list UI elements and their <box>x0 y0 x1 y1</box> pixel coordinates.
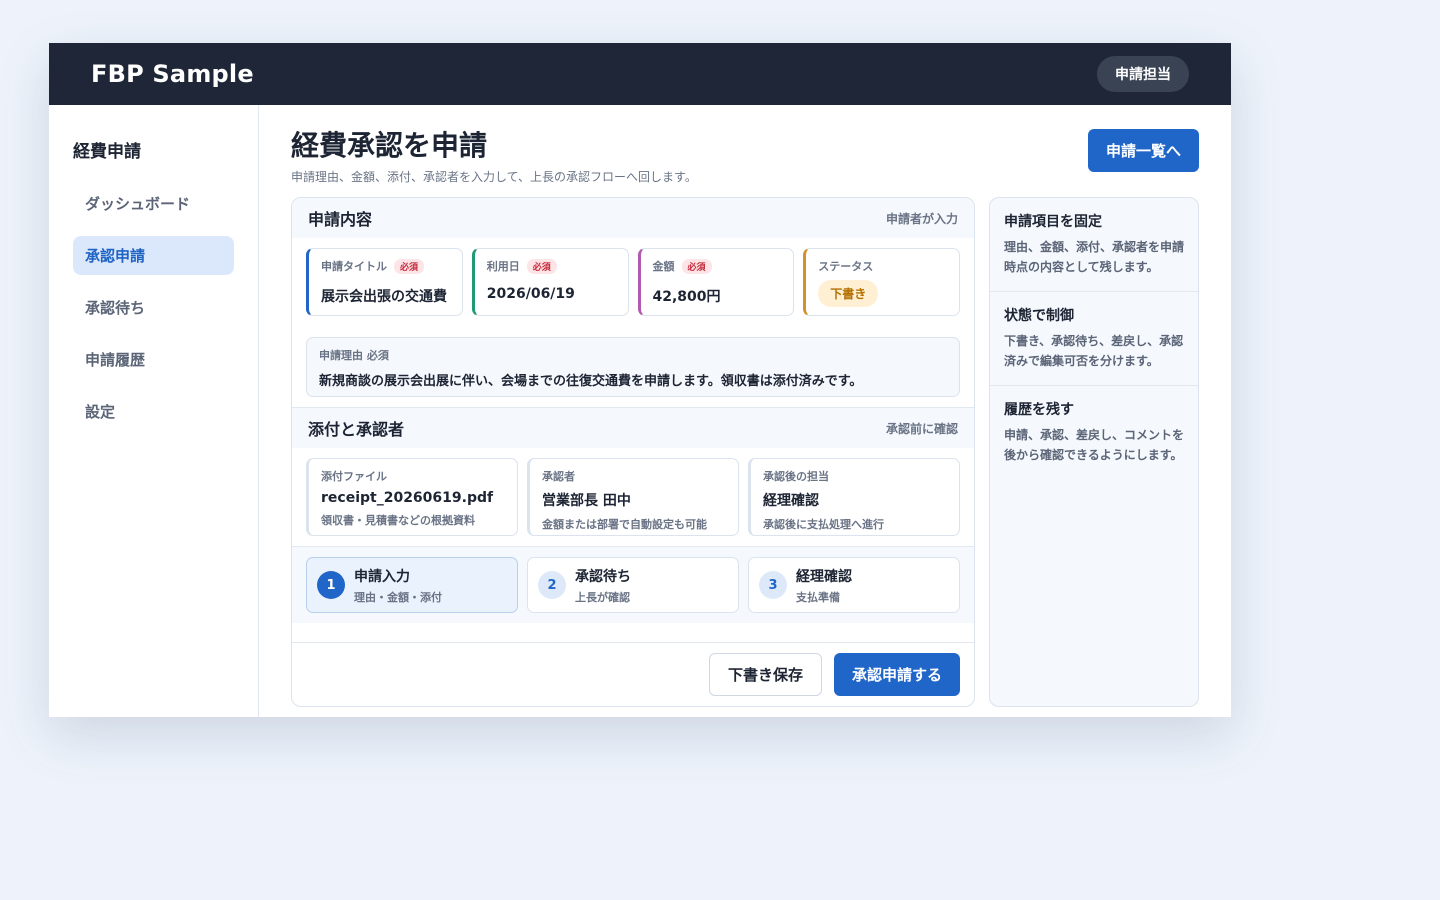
sidebar-item-approval-request[interactable]: 承認申請 <box>73 236 234 275</box>
step-subtitle: 理由・金額・添付 <box>354 590 442 604</box>
amount-field-value[interactable]: 42,800円 <box>653 286 782 306</box>
attachment-file-name[interactable]: receipt_20260619.pdf <box>321 490 505 506</box>
attachment-file-label: 添付ファイル <box>321 470 387 483</box>
attachments-row: 添付ファイル receipt_20260619.pdf 領収書・見積書などの根拠… <box>306 458 960 536</box>
required-badge: 必須 <box>526 258 557 274</box>
step-item: 1 申請入力 理由・金額・添付 <box>306 557 518 613</box>
step-title: 申請入力 <box>354 568 410 585</box>
date-field[interactable]: 利用日 必須 2026/06/19 <box>471 248 629 316</box>
form-actions: 下書き保存 承認申請する <box>292 642 974 706</box>
step-number: 2 <box>538 571 566 599</box>
info-item: 状態で制御 下書き、承認待ち、差戻し、承認済みで編集可否を分けます。 <box>990 292 1198 386</box>
attachment-file-note: 領収書・見積書などの根拠資料 <box>321 514 475 527</box>
sidebar: 経費申請 ダッシュボード 承認申請 承認待ち 申請履歴 設定 <box>49 105 259 717</box>
status-field-label: ステータス <box>818 258 947 274</box>
main-content: 経費承認を申請 申請理由、金額、添付、承認者を入力して、上長の承認フローへ回しま… <box>259 105 1231 717</box>
submit-approval-button[interactable]: 承認申請する <box>833 653 960 696</box>
sidebar-title: 経費申請 <box>73 142 141 162</box>
status-label-text: ステータス <box>818 260 874 273</box>
title-field-value[interactable]: 展示会出張の交通費 <box>321 286 450 306</box>
reason-field[interactable]: 申請理由 必須 新規商談の展示会出展に伴い、会場までの往復交通費を申請します。領… <box>306 337 960 397</box>
date-label-text: 利用日 <box>486 260 520 273</box>
attachments-section-header: 添付と承認者 承認前に確認 <box>292 408 974 448</box>
content-row: 申請内容 申請者が入力 申請タイトル 必須 展示会出張の交通費 利用日 必須 2… <box>291 197 1199 707</box>
post-approval-label: 承認後の担当 <box>763 470 829 483</box>
date-field-value[interactable]: 2026/06/19 <box>487 286 616 302</box>
step-subtitle: 上長が確認 <box>575 590 630 604</box>
approver-label: 承認者 <box>542 470 575 483</box>
step-item: 3 経理確認 支払準備 <box>748 557 960 613</box>
approver-name[interactable]: 営業部長 田中 <box>542 490 726 510</box>
step-number: 1 <box>317 571 345 599</box>
request-form: 申請内容 申請者が入力 申請タイトル 必須 展示会出張の交通費 利用日 必須 2… <box>291 197 975 707</box>
reason-field-value[interactable]: 新規商談の展示会出展に伴い、会場までの往復交通費を申請します。領収書は添付済みで… <box>319 370 947 389</box>
body-area: 経費申請 ダッシュボード 承認申請 承認待ち 申請履歴 設定 経費承認を申請 申… <box>49 105 1231 717</box>
approver-card[interactable]: 承認者 営業部長 田中 金額または部署で自動設定も可能 <box>527 458 739 536</box>
brand-logo[interactable]: FBP Sample <box>91 60 254 88</box>
info-item: 申請項目を固定 理由、金額、添付、承認者を申請時点の内容として残します。 <box>990 198 1198 292</box>
required-badge: 必須 <box>394 258 425 274</box>
request-section-body: 申請タイトル 必須 展示会出張の交通費 利用日 必須 2026/06/19 金額… <box>292 238 974 407</box>
title-field-label: 申請タイトル 必須 <box>321 258 450 274</box>
approval-steps: 1 申請入力 理由・金額・添付 2 承認待ち 上長が確認 3 経理確認 支払準備 <box>292 546 974 623</box>
request-section-title: 申請内容 <box>308 210 373 229</box>
info-title: 状態で制御 <box>1004 308 1074 324</box>
step-title: 承認待ち <box>575 568 631 585</box>
attachment-file-card[interactable]: 添付ファイル receipt_20260619.pdf 領収書・見積書などの根拠… <box>306 458 518 536</box>
page-header: 経費承認を申請 申請理由、金額、添付、承認者を入力して、上長の承認フローへ回しま… <box>291 129 1199 185</box>
step-title: 経理確認 <box>796 568 852 585</box>
post-approval-note: 承認後に支払処理へ進行 <box>763 518 884 531</box>
amount-field-label: 金額 必須 <box>653 258 782 274</box>
attachments-section-title: 添付と承認者 <box>308 420 405 439</box>
info-item: 履歴を残す 申請、承認、差戻し、コメントを後から確認できるようにします。 <box>990 386 1198 479</box>
info-text: 申請、承認、差戻し、コメントを後から確認できるようにします。 <box>1004 428 1185 462</box>
steps-row: 1 申請入力 理由・金額・添付 2 承認待ち 上長が確認 3 経理確認 支払準備 <box>306 557 960 613</box>
status-field: ステータス 下書き <box>803 248 960 316</box>
amount-label-text: 金額 <box>652 260 675 273</box>
title-label-text: 申請タイトル <box>321 260 387 273</box>
info-title: 申請項目を固定 <box>1004 214 1102 230</box>
date-field-label: 利用日 必須 <box>487 258 616 274</box>
info-title: 履歴を残す <box>1004 402 1074 418</box>
approver-note: 金額または部署で自動設定も可能 <box>542 518 707 531</box>
attachments-section-note: 承認前に確認 <box>885 421 958 436</box>
sidebar-item-history[interactable]: 申請履歴 <box>73 340 234 379</box>
title-field[interactable]: 申請タイトル 必須 展示会出張の交通費 <box>306 248 463 316</box>
info-text: 下書き、承認待ち、差戻し、承認済みで編集可否を分けます。 <box>1004 334 1184 368</box>
sidebar-item-settings[interactable]: 設定 <box>73 392 234 431</box>
app-window: FBP Sample 申請担当 経費申請 ダッシュボード 承認申請 承認待ち 申… <box>49 43 1231 717</box>
status-badge: 下書き <box>818 280 879 307</box>
role-badge[interactable]: 申請担当 <box>1097 56 1189 92</box>
attachments-section-body: 添付ファイル receipt_20260619.pdf 領収書・見積書などの根拠… <box>292 448 974 546</box>
info-text: 理由、金額、添付、承認者を申請時点の内容として残します。 <box>1004 240 1185 274</box>
save-draft-button[interactable]: 下書き保存 <box>708 653 822 696</box>
page-subtitle: 申請理由、金額、添付、承認者を入力して、上長の承認フローへ回します。 <box>291 170 697 184</box>
post-approval-value[interactable]: 経理確認 <box>763 490 947 510</box>
sidebar-item-pending-approval[interactable]: 承認待ち <box>73 288 234 327</box>
sidebar-item-dashboard[interactable]: ダッシュボード <box>73 184 234 223</box>
amount-field[interactable]: 金額 必須 42,800円 <box>637 248 795 316</box>
step-item: 2 承認待ち 上長が確認 <box>527 557 739 613</box>
request-list-button[interactable]: 申請一覧へ <box>1087 129 1199 172</box>
request-section-note: 申請者が入力 <box>885 211 958 226</box>
field-row: 申請タイトル 必須 展示会出張の交通費 利用日 必須 2026/06/19 金額… <box>306 248 960 316</box>
required-badge: 必須 <box>681 258 712 274</box>
page-title: 経費承認を申請 <box>291 129 488 162</box>
step-number: 3 <box>759 571 787 599</box>
request-section-header: 申請内容 申請者が入力 <box>292 198 974 238</box>
step-subtitle: 支払準備 <box>796 590 840 604</box>
post-approval-card[interactable]: 承認後の担当 経理確認 承認後に支払処理へ進行 <box>748 458 960 536</box>
top-bar: FBP Sample 申請担当 <box>49 43 1231 105</box>
reason-field-label: 申請理由 必須 <box>319 349 389 362</box>
info-panel: 申請項目を固定 理由、金額、添付、承認者を申請時点の内容として残します。 状態で… <box>989 197 1199 707</box>
